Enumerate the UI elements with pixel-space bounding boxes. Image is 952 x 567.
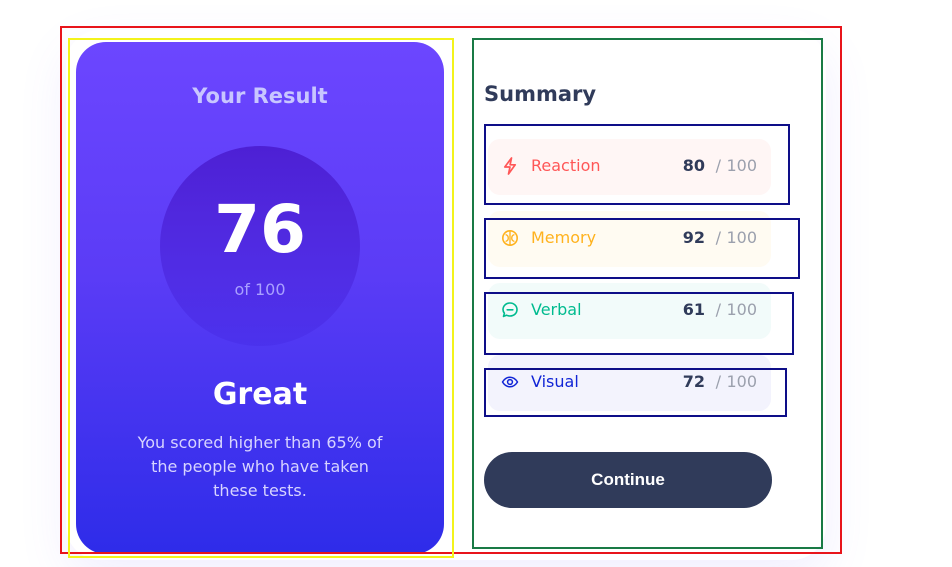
summary-item-separator: / xyxy=(715,156,721,175)
summary-item-separator: / xyxy=(715,228,721,247)
summary-item-score: 72 xyxy=(682,372,705,391)
summary-item-label: Verbal xyxy=(531,300,582,319)
summary-item-max: 100 xyxy=(726,372,757,391)
summary-item-verbal: Verbal 61 / 100 xyxy=(488,283,771,339)
summary-item-max: 100 xyxy=(726,228,757,247)
lightning-icon xyxy=(500,156,520,176)
result-panel: Your Result 76 of 100 Great You scored h… xyxy=(76,42,444,554)
score-circle: 76 of 100 xyxy=(160,146,360,346)
summary-item-memory: Memory 92 / 100 xyxy=(488,211,771,267)
summary-item-visual: Visual 72 / 100 xyxy=(488,355,771,411)
summary-item-label: Visual xyxy=(531,372,579,391)
eye-icon xyxy=(500,372,520,392)
summary-item-max: 100 xyxy=(726,300,757,319)
summary-item-score: 80 xyxy=(682,156,705,175)
brain-icon xyxy=(500,228,520,248)
summary-item-score: 61 xyxy=(682,300,705,319)
continue-button[interactable]: Continue xyxy=(484,452,772,508)
results-summary-screen: Your Result 76 of 100 Great You scored h… xyxy=(0,0,952,567)
score-max-text: of 100 xyxy=(234,280,286,299)
score-value: 76 xyxy=(214,191,306,268)
summary-item-label: Reaction xyxy=(531,156,601,175)
chat-bubble-icon xyxy=(500,300,520,320)
summary-item-reaction: Reaction 80 / 100 xyxy=(488,139,771,195)
summary-item-max: 100 xyxy=(726,156,757,175)
result-title: Your Result xyxy=(192,84,328,108)
rating-label: Great xyxy=(212,377,308,412)
summary-item-score: 92 xyxy=(682,228,705,247)
summary-item-separator: / xyxy=(715,372,721,391)
summary-item-label: Memory xyxy=(531,228,597,247)
summary-item-separator: / xyxy=(715,300,721,319)
rating-description: You scored higher than 65% of the people… xyxy=(137,433,383,500)
summary-title: Summary xyxy=(484,82,597,106)
